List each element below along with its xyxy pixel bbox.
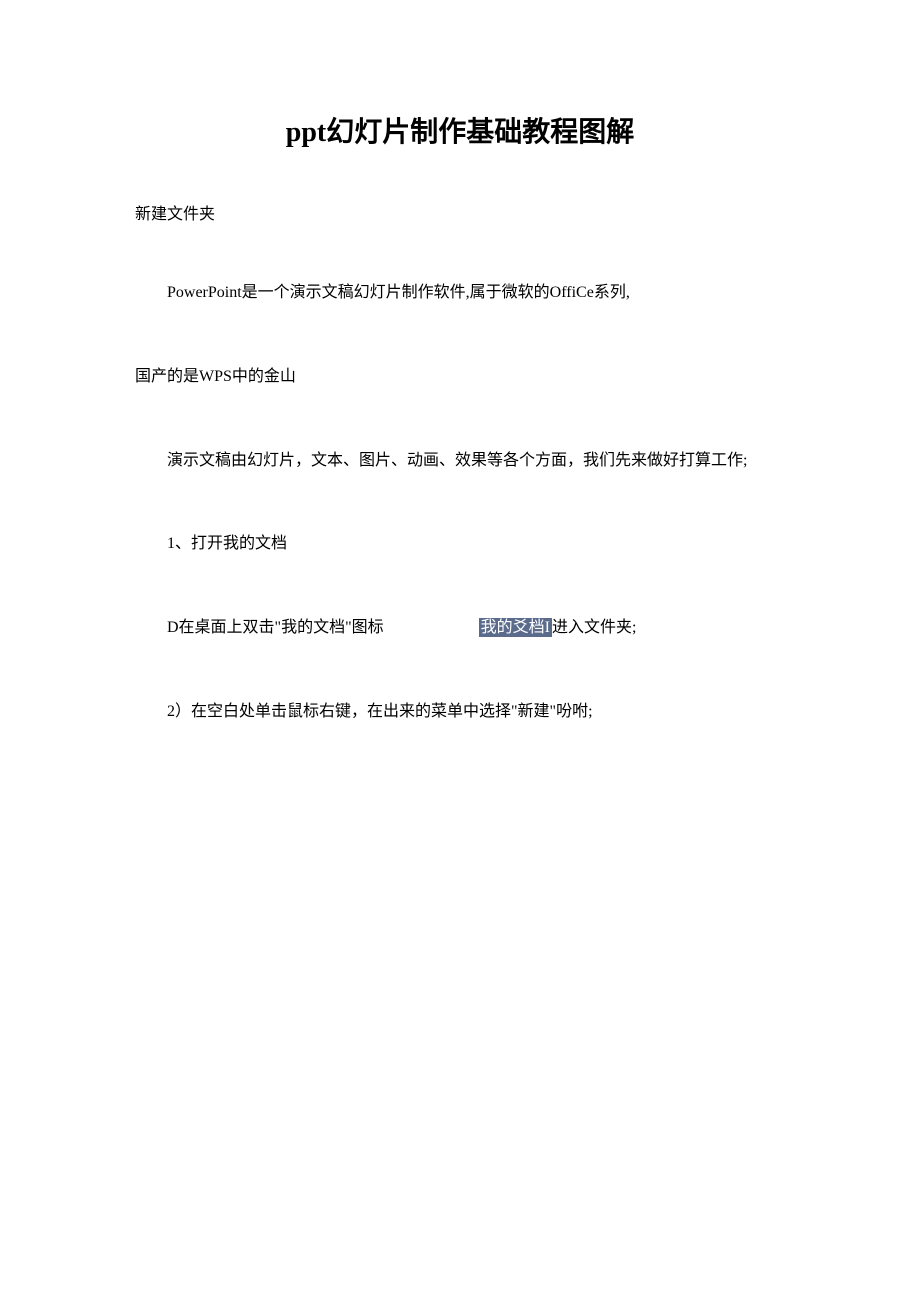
document-title: ppt幻灯片制作基础教程图解 xyxy=(135,110,785,150)
title-rest: 幻灯片制作基础教程图解 xyxy=(326,117,634,148)
title-prefix: ppt xyxy=(286,117,326,148)
section-heading: 新建文件夹 xyxy=(135,200,785,224)
paragraph-1-line-1: PowerPoint是一个演示文稿幻灯片制作软件,属于微软的OffiCe系列, xyxy=(135,279,785,308)
step-1-sub-1-before: D在桌面上双击"我的文档"图标 xyxy=(167,619,384,636)
step-1-heading: 1、打开我的文档 xyxy=(135,530,785,559)
step-1-sub-1: D在桌面上双击"我的文档"图标 我的爻档I进入文件夹; xyxy=(135,614,785,643)
paragraph-2: 演示文稿由幻灯片，文本、图片、动画、效果等各个方面，我们先来做好打算工作; xyxy=(135,447,785,476)
step-1-sub-1-after: 进入文件夹; xyxy=(552,619,636,636)
step-1-sub-2: 2）在空白处单击鼠标右键，在出来的菜单中选择"新建"吩咐; xyxy=(135,698,785,727)
highlighted-text: 我的爻档I xyxy=(479,618,552,637)
paragraph-1-line-2: 国产的是WPS中的金山 xyxy=(135,363,785,392)
